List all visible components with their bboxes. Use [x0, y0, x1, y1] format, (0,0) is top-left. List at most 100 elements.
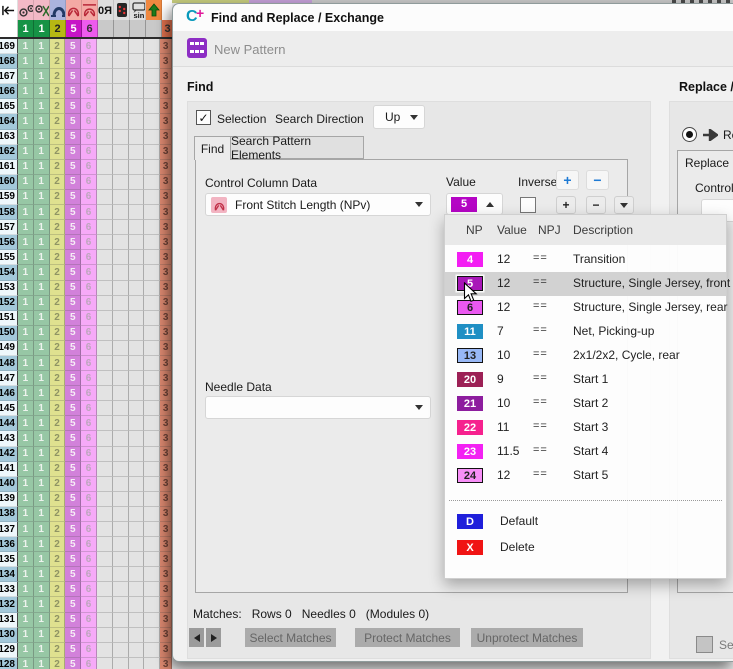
- inverse-checkbox[interactable]: [520, 197, 536, 213]
- grid-cell[interactable]: 2: [50, 582, 66, 597]
- grid-cell[interactable]: [144, 643, 160, 658]
- grid-cell[interactable]: [113, 401, 129, 416]
- grid-cell[interactable]: 3: [160, 175, 172, 190]
- grid-cell[interactable]: [113, 462, 129, 477]
- grid-cell[interactable]: 6: [81, 356, 97, 371]
- grid-cell[interactable]: 5: [65, 281, 81, 296]
- grid-cell[interactable]: 1: [34, 371, 50, 386]
- grid-cell[interactable]: [129, 205, 145, 220]
- grid-cell[interactable]: 1: [18, 462, 34, 477]
- grid-cell[interactable]: [113, 492, 129, 507]
- grid-cell[interactable]: [113, 54, 129, 69]
- grid-cell[interactable]: 2: [50, 477, 66, 492]
- np-option-row[interactable]: 512==Structure, Single Jersey, front: [445, 272, 726, 296]
- grid-cell[interactable]: [113, 84, 129, 99]
- column-header[interactable]: 6: [82, 20, 98, 37]
- grid-cell[interactable]: [113, 296, 129, 311]
- grid-cell[interactable]: 1: [34, 311, 50, 326]
- grid-cell[interactable]: [113, 39, 129, 54]
- grid-cell[interactable]: 1: [18, 145, 34, 160]
- grid-cell[interactable]: [113, 567, 129, 582]
- grid-cell[interactable]: [129, 643, 145, 658]
- grid-cell[interactable]: [129, 265, 145, 280]
- grid-cell[interactable]: [129, 281, 145, 296]
- grid-cell[interactable]: 2: [50, 130, 66, 145]
- grid-cell[interactable]: 1: [34, 462, 50, 477]
- grid-cell[interactable]: 1: [34, 522, 50, 537]
- row-number[interactable]: 140: [0, 477, 18, 492]
- grid-cell[interactable]: [144, 567, 160, 582]
- grid-cell[interactable]: [144, 582, 160, 597]
- row-number[interactable]: 154: [0, 265, 18, 280]
- grid-cell[interactable]: 1: [34, 597, 50, 612]
- row-number[interactable]: 168: [0, 54, 18, 69]
- grid-cell[interactable]: 3: [160, 265, 172, 280]
- row-number[interactable]: 149: [0, 341, 18, 356]
- grid-cell[interactable]: 1: [34, 54, 50, 69]
- grid-cell[interactable]: 5: [65, 69, 81, 84]
- grid-cell[interactable]: [113, 628, 129, 643]
- grid-cell[interactable]: 2: [50, 552, 66, 567]
- grid-cell[interactable]: 5: [65, 643, 81, 658]
- row-number[interactable]: 155: [0, 250, 18, 265]
- grid-cell[interactable]: 3: [160, 281, 172, 296]
- grid-cell[interactable]: [97, 265, 113, 280]
- grid-cell[interactable]: [129, 658, 145, 669]
- column-header[interactable]: 5: [66, 20, 82, 37]
- grid-cell[interactable]: 2: [50, 190, 66, 205]
- grid-cell[interactable]: 2: [50, 235, 66, 250]
- grid-cell[interactable]: [113, 326, 129, 341]
- np-option-row[interactable]: 2110==Start 2: [445, 392, 726, 416]
- grid-cell[interactable]: [113, 311, 129, 326]
- grid-cell[interactable]: 2: [50, 160, 66, 175]
- np-option-row[interactable]: 612==Structure, Single Jersey, rear: [445, 296, 726, 320]
- yarn-feeder-icon[interactable]: [18, 0, 34, 20]
- value-select[interactable]: 5: [446, 193, 503, 215]
- row-number[interactable]: 156: [0, 235, 18, 250]
- grid-cell[interactable]: [144, 613, 160, 628]
- grid-cell[interactable]: 1: [18, 84, 34, 99]
- grid-cell[interactable]: [129, 311, 145, 326]
- grid-cell[interactable]: [129, 84, 145, 99]
- grid-cell[interactable]: [113, 582, 129, 597]
- grid-cell[interactable]: [129, 567, 145, 582]
- grid-cell[interactable]: [144, 597, 160, 612]
- grid-cell[interactable]: [144, 296, 160, 311]
- grid-cell[interactable]: 1: [18, 296, 34, 311]
- grid-cell[interactable]: 1: [18, 507, 34, 522]
- grid-cell[interactable]: [97, 628, 113, 643]
- grid-cell[interactable]: 2: [50, 658, 66, 669]
- grid-cell[interactable]: [97, 235, 113, 250]
- grid-cell[interactable]: 2: [50, 99, 66, 114]
- column-header[interactable]: [146, 20, 162, 37]
- row-number[interactable]: 157: [0, 220, 18, 235]
- grid-cell[interactable]: [129, 628, 145, 643]
- grid-cell[interactable]: 3: [160, 190, 172, 205]
- grid-cell[interactable]: 3: [160, 235, 172, 250]
- grid-cell[interactable]: 1: [34, 356, 50, 371]
- grid-cell[interactable]: 3: [160, 492, 172, 507]
- row-number[interactable]: 158: [0, 205, 18, 220]
- grid-cell[interactable]: 1: [18, 265, 34, 280]
- grid-cell[interactable]: 5: [65, 54, 81, 69]
- grid-cell[interactable]: [97, 54, 113, 69]
- grid-cell[interactable]: [113, 658, 129, 669]
- grid-cell[interactable]: 1: [34, 447, 50, 462]
- grid-cell[interactable]: 1: [18, 567, 34, 582]
- dialog-titlebar[interactable]: C+ Find and Replace / Exchange: [173, 4, 733, 32]
- grid-cell[interactable]: [97, 326, 113, 341]
- grid-cell[interactable]: 6: [81, 462, 97, 477]
- grid-cell[interactable]: 3: [160, 597, 172, 612]
- grid-cell[interactable]: 5: [65, 447, 81, 462]
- grid-cell[interactable]: 1: [34, 175, 50, 190]
- np-option-row[interactable]: 2412==Start 5: [445, 464, 726, 488]
- grid-cell[interactable]: 2: [50, 522, 66, 537]
- sintral-icon[interactable]: sin: [130, 0, 146, 20]
- column-header[interactable]: 1: [18, 20, 34, 37]
- grid-cell[interactable]: [97, 537, 113, 552]
- grid-cell[interactable]: [144, 628, 160, 643]
- grid-cell[interactable]: [129, 69, 145, 84]
- grid-cell[interactable]: [97, 416, 113, 431]
- grid-cell[interactable]: 1: [18, 416, 34, 431]
- grid-cell[interactable]: 1: [18, 492, 34, 507]
